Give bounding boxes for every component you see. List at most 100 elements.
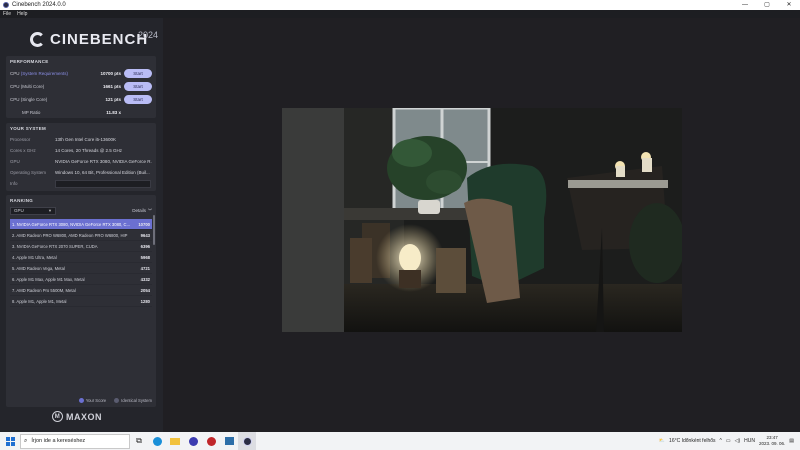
menu-file[interactable]: File bbox=[0, 11, 14, 17]
system-row-processor: Processor 13th Gen Intel Core i5-13600K bbox=[6, 134, 156, 145]
maxon-logo-icon: M bbox=[52, 411, 63, 422]
ranking-row-value: 10700 bbox=[138, 221, 150, 227]
system-key: Operating System bbox=[10, 170, 47, 175]
perf-score: 10700 pts bbox=[100, 71, 121, 76]
system-value: Windows 10, 64 Bit, Professional Edition… bbox=[55, 170, 150, 175]
taskbar: ⌕ Írjon ide a kereséshez ⧉ ⛅ 16°C Időnké… bbox=[0, 432, 800, 450]
search-icon: ⌕ bbox=[24, 437, 28, 444]
chevron-down-icon: ▼ bbox=[48, 208, 52, 213]
select-value: GPU bbox=[14, 208, 24, 213]
network-icon[interactable]: ▭ bbox=[726, 438, 731, 444]
system-value: NVIDIA GeForce RTX 3080, NVIDIA GeForce … bbox=[55, 159, 152, 164]
start-button-cpu-single[interactable]: Start bbox=[124, 95, 152, 104]
legend-your-score: Your Score bbox=[85, 397, 107, 403]
ranking-row-name: 8. Apple M1, Apple M1, Metal bbox=[12, 298, 67, 304]
app-icon-1[interactable] bbox=[184, 432, 202, 450]
chevron-up-icon[interactable]: ^ bbox=[720, 438, 722, 444]
ranking-row[interactable]: 2. AMD Radeon PRO W6800, AMD Radeon PRO … bbox=[10, 230, 152, 241]
ranking-list: 1. NVIDIA GeForce RTX 3080, NVIDIA GeFor… bbox=[6, 219, 156, 307]
performance-section: PERFORMANCE CPU (System Requirements) 10… bbox=[6, 56, 156, 118]
info-field[interactable] bbox=[55, 179, 151, 188]
details-toggle[interactable]: Details ︾ bbox=[132, 208, 152, 214]
system-section: YOUR SYSTEM Processor 13th Gen Intel Cor… bbox=[6, 123, 156, 191]
perf-label: CPU bbox=[10, 71, 21, 76]
scrollbar[interactable] bbox=[153, 215, 155, 245]
perf-score: 121 pts bbox=[105, 97, 121, 102]
maxon-brand: MAXON bbox=[66, 411, 102, 422]
render-scene bbox=[282, 108, 682, 332]
perf-row-mp-ratio: MP Ratio 11.83 x bbox=[6, 106, 156, 119]
ranking-title: RANKING bbox=[10, 198, 34, 203]
chevron-down-icon: ︾ bbox=[148, 208, 152, 213]
perf-label: CPU (Multi Core) bbox=[10, 84, 45, 89]
edge-browser-icon[interactable] bbox=[148, 432, 166, 450]
app-icon-2[interactable] bbox=[202, 432, 220, 450]
window-title: Cinebench 2024.0.0 bbox=[12, 2, 66, 8]
start-button-cpu-system[interactable]: Start bbox=[124, 69, 152, 78]
ranking-legend: Your Score Identical System bbox=[78, 397, 152, 403]
ranking-row[interactable]: 3. NVIDIA GeForce RTX 2070 SUPER, CUDA 63… bbox=[10, 241, 152, 252]
ranking-row[interactable]: 6. Apple M1 Max, Apple M1 Max, Metal 4332 bbox=[10, 274, 152, 285]
cinebench-taskbar-icon[interactable] bbox=[238, 432, 256, 450]
windows-logo-icon bbox=[5, 436, 15, 446]
ranking-row[interactable]: 1. NVIDIA GeForce RTX 3080, NVIDIA GeFor… bbox=[10, 219, 152, 230]
logo-brand: CINEBENCH bbox=[50, 30, 149, 48]
close-button[interactable]: ✕ bbox=[778, 0, 800, 10]
system-row-gpu: GPU NVIDIA GeForce RTX 3080, NVIDIA GeFo… bbox=[6, 156, 156, 167]
clock[interactable]: 23:47 2023. 09. 06. bbox=[759, 435, 785, 447]
ranking-row[interactable]: 5. AMD Radeon Vega, Metal 4721 bbox=[10, 263, 152, 274]
minimize-button[interactable]: — bbox=[734, 0, 756, 10]
start-button-cpu-multi[interactable]: Start bbox=[124, 82, 152, 91]
notification-icon[interactable]: ▤ bbox=[789, 438, 794, 444]
perf-row-cpu-multi: CPU (Multi Core) 1661 pts Start bbox=[6, 80, 156, 93]
language-indicator[interactable]: HUN bbox=[744, 438, 755, 444]
perf-label: MP Ratio bbox=[22, 110, 41, 115]
system-tray: ⛅ 16°C Időnként felhős ^ ▭ ◁) HUN 23:47 … bbox=[659, 435, 800, 447]
perf-row-cpu-single: CPU (Single Core) 121 pts Start bbox=[6, 93, 156, 106]
system-row-info: Info bbox=[6, 178, 156, 189]
maximize-button[interactable]: ▢ bbox=[756, 0, 778, 10]
system-title: YOUR SYSTEM bbox=[10, 126, 47, 131]
taskbar-search-box[interactable]: ⌕ Írjon ide a kereséshez bbox=[20, 433, 130, 449]
search-placeholder: Írjon ide a kereséshez bbox=[31, 438, 86, 444]
details-label: Details bbox=[132, 208, 146, 213]
perf-score: 1661 pts bbox=[102, 84, 121, 89]
app-icon-3[interactable] bbox=[220, 432, 238, 450]
ranking-row-name: 2. AMD Radeon PRO W6800, AMD Radeon PRO … bbox=[12, 232, 128, 238]
cinebench-logo-icon bbox=[30, 31, 45, 47]
file-explorer-icon[interactable] bbox=[166, 432, 184, 450]
perf-label-highlight: (System Requirements) bbox=[20, 71, 69, 76]
task-view-icon[interactable]: ⧉ bbox=[130, 432, 148, 450]
ranking-type-select[interactable]: GPU ▼ bbox=[10, 207, 56, 215]
system-row-os: Operating System Windows 10, 64 Bit, Pro… bbox=[6, 167, 156, 178]
render-image bbox=[282, 108, 682, 332]
ranking-row[interactable]: 7. AMD Radeon Pro 5500M, Metal 2054 bbox=[10, 285, 152, 296]
ranking-row-value: 5968 bbox=[140, 254, 150, 260]
clock-date: 2023. 09. 06. bbox=[758, 441, 786, 446]
windows-start-button[interactable] bbox=[0, 432, 20, 450]
logo-year: 2024 bbox=[138, 30, 159, 40]
ranking-row-name: 6. Apple M1 Max, Apple M1 Max, Metal bbox=[12, 276, 85, 282]
ranking-row-value: 2054 bbox=[140, 287, 150, 293]
ranking-row-name: 5. AMD Radeon Vega, Metal bbox=[12, 265, 65, 271]
ranking-row-value: 9643 bbox=[140, 232, 150, 238]
ranking-row-value: 4721 bbox=[140, 265, 150, 271]
menu-help[interactable]: Help bbox=[14, 11, 30, 17]
ranking-row-value: 6396 bbox=[140, 243, 150, 249]
weather-text[interactable]: 16°C Időnként felhős bbox=[669, 438, 715, 444]
system-key: GPU bbox=[10, 159, 20, 164]
maxon-logo: M MAXON bbox=[52, 411, 102, 422]
ranking-row-name: 4. Apple M1 Ultra, Metal bbox=[12, 254, 57, 260]
ranking-row-name: 7. AMD Radeon Pro 5500M, Metal bbox=[12, 287, 76, 293]
cinebench-app-icon bbox=[3, 2, 9, 8]
system-key: Cores x GHz bbox=[10, 148, 36, 153]
system-key: Info bbox=[10, 181, 18, 186]
performance-title: PERFORMANCE bbox=[10, 59, 49, 64]
volume-icon[interactable]: ◁) bbox=[735, 438, 741, 444]
your-score-dot-icon bbox=[78, 398, 84, 403]
weather-icon: ⛅ bbox=[658, 438, 666, 444]
left-panel: CINEBENCH 2024 PERFORMANCE CPU (System R… bbox=[0, 18, 163, 432]
ranking-row[interactable]: 4. Apple M1 Ultra, Metal 5968 bbox=[10, 252, 152, 263]
ranking-row[interactable]: 8. Apple M1, Apple M1, Metal 1280 bbox=[10, 296, 152, 307]
menu-bar: File Help bbox=[0, 10, 800, 18]
